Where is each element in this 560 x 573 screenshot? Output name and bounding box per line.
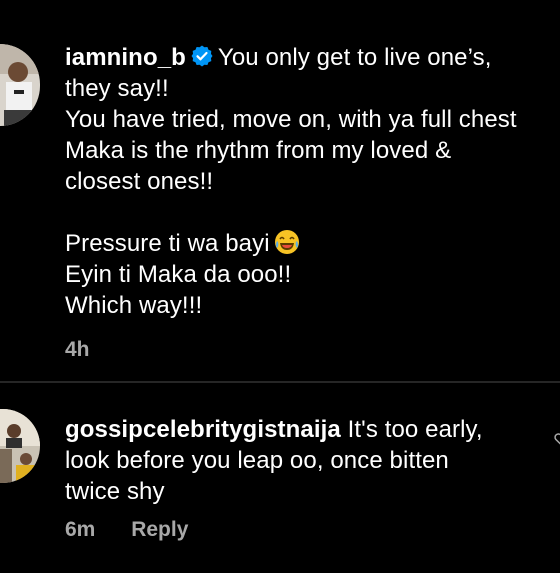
comment-timestamp: 4h <box>65 338 90 361</box>
comment-text-line: closest ones!! <box>65 168 214 195</box>
comment-text-line: they say!! <box>65 75 169 102</box>
laughing-emoji-icon <box>274 230 299 254</box>
heart-icon[interactable] <box>554 432 560 446</box>
comment-username[interactable]: iamnino_b <box>65 44 186 71</box>
comment-text-line: look before you leap oo, once bitten <box>65 447 449 474</box>
comment-meta: 6m Reply <box>65 518 218 542</box>
comment-timestamp: 6m <box>65 518 96 541</box>
comment-text-line: Which way!!! <box>65 292 203 319</box>
avatar[interactable] <box>0 409 40 483</box>
comment-body: iamnino_b You only get to live one’s, the… <box>65 42 555 321</box>
comment-text-line: Maka is the rhythm from my loved & <box>65 137 452 164</box>
comment-text-line: Eyin ti Maka da ooo!! <box>65 261 292 288</box>
reply-button[interactable]: Reply <box>131 518 188 541</box>
comment-body: gossipcelebritygistnaija It's too early,… <box>65 414 555 507</box>
comment-text-line: You only get to live one’s, <box>217 44 492 71</box>
comment-meta: 4h <box>65 338 120 362</box>
avatar[interactable] <box>0 44 40 126</box>
comment-text-line: twice shy <box>65 478 165 505</box>
verified-badge-icon <box>191 45 213 67</box>
comment-blank-line <box>65 197 555 228</box>
comment-text-line: Pressure ti wa bayi <box>65 230 270 257</box>
comment-divider <box>0 381 560 383</box>
comment-username[interactable]: gossipcelebritygistnaija <box>65 416 341 443</box>
comment-text-line: It's too early, <box>347 416 483 443</box>
comment-text-line: You have tried, move on, with ya full ch… <box>65 106 517 133</box>
